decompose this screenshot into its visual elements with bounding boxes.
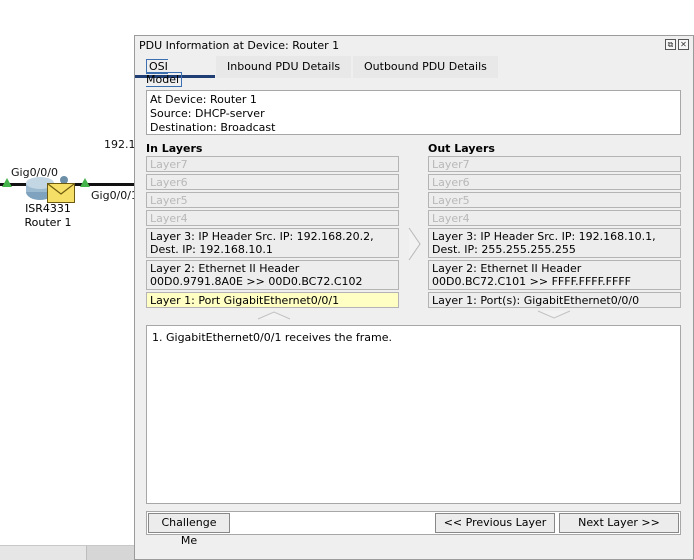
in-layer-5[interactable]: Layer5 [146, 192, 399, 208]
in-layers-title: In Layers [146, 142, 203, 155]
device-name: Router 1 [24, 216, 72, 229]
out-layers-title: Out Layers [428, 142, 495, 155]
out-layer-2[interactable]: Layer 2: Ethernet II Header 00D0.BC72.C1… [428, 260, 681, 290]
out-layers-list: Layer7 Layer6 Layer5 Layer4 Layer 3: IP … [428, 156, 681, 310]
scrollbar-thumb[interactable] [86, 546, 134, 560]
in-layer-7[interactable]: Layer7 [146, 156, 399, 172]
device-model: ISR4331 [25, 202, 71, 215]
dialog-title: PDU Information at Device: Router 1 [139, 39, 340, 52]
pdu-summary-box: At Device: Router 1 Source: DHCP-server … [146, 90, 681, 135]
tab-outbound-pdu-details[interactable]: Outbound PDU Details [353, 56, 498, 78]
layer-description-box: 1. GigabitEthernet0/0/1 receives the fra… [146, 325, 681, 504]
in-layer-1[interactable]: Layer 1: Port GigabitEthernet0/0/1 [146, 292, 399, 308]
out-layer-4[interactable]: Layer4 [428, 210, 681, 226]
in-layer-4[interactable]: Layer4 [146, 210, 399, 226]
port-label-gig001: Gig0/0/1 [91, 189, 138, 202]
description-text: 1. GigabitEthernet0/0/1 receives the fra… [152, 331, 393, 344]
ip-address-label: 192.1 [104, 138, 136, 151]
in-layers-list: Layer7 Layer6 Layer5 Layer4 Layer 3: IP … [146, 156, 399, 310]
device-label: ISR4331 Router 1 [18, 202, 78, 230]
close-icon[interactable]: ✕ [678, 39, 689, 50]
pdu-info-dialog: PDU Information at Device: Router 1 ⧉ ✕ … [134, 35, 694, 560]
in-layer-2[interactable]: Layer 2: Ethernet II Header 00D0.9791.8A… [146, 260, 399, 290]
source-text: Source: DHCP-server [150, 107, 265, 120]
chevron-up-icon [257, 311, 291, 320]
dialog-button-bar: Challenge Me << Previous Layer Next Laye… [146, 511, 681, 547]
tab-osi-model[interactable]: OSI Model [135, 56, 215, 87]
challenge-me-button[interactable]: Challenge Me [148, 513, 230, 547]
in-layer-6[interactable]: Layer6 [146, 174, 399, 190]
in-layer-3[interactable]: Layer 3: IP Header Src. IP: 192.168.20.2… [146, 228, 399, 258]
restore-icon[interactable]: ⧉ [665, 39, 676, 50]
chevron-down-icon [537, 310, 571, 319]
previous-layer-button[interactable]: << Previous Layer [435, 513, 555, 533]
out-layer-6[interactable]: Layer6 [428, 174, 681, 190]
workspace-scrollbar[interactable] [0, 545, 134, 560]
out-layer-7[interactable]: Layer7 [428, 156, 681, 172]
layer-direction-arrow-icon [408, 227, 421, 261]
destination-text: Destination: Broadcast [150, 121, 276, 134]
link-status-icon-right [80, 178, 90, 187]
tab-bar: OSI Model Inbound PDU Details Outbound P… [135, 56, 694, 87]
pdu-envelope-icon[interactable] [47, 183, 75, 203]
out-layer-1[interactable]: Layer 1: Port(s): GigabitEthernet0/0/0 [428, 292, 681, 308]
link-status-icon-left [2, 178, 12, 187]
next-layer-button[interactable]: Next Layer >> [559, 513, 679, 533]
tab-label: OSI Model [146, 59, 183, 87]
tab-inbound-pdu-details[interactable]: Inbound PDU Details [216, 56, 352, 78]
at-device-text: At Device: Router 1 [150, 93, 257, 106]
out-layer-3[interactable]: Layer 3: IP Header Src. IP: 192.168.10.1… [428, 228, 681, 258]
dialog-titlebar[interactable]: PDU Information at Device: Router 1 ⧉ ✕ [135, 36, 693, 56]
out-layer-5[interactable]: Layer5 [428, 192, 681, 208]
